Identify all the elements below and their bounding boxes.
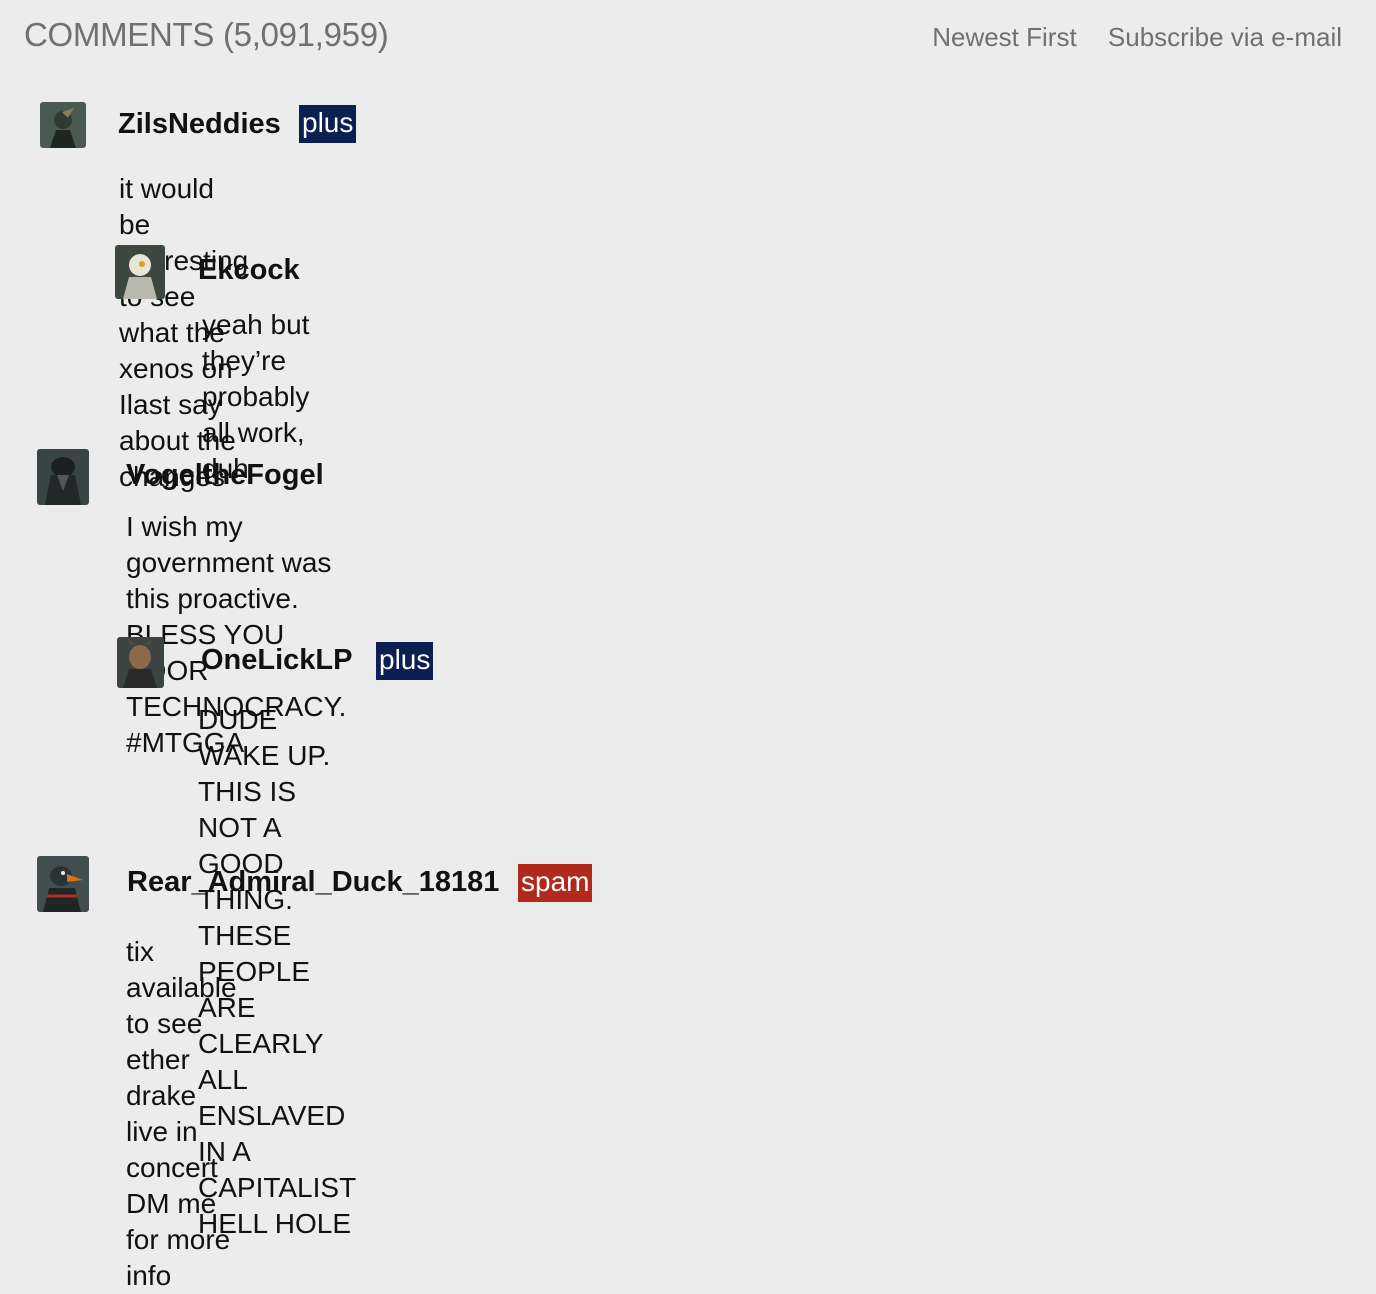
user-avatar-icon: [37, 449, 89, 505]
comments-count-title: COMMENTS (5,091,959): [24, 16, 389, 53]
comment-username[interactable]: OneLickLP: [201, 644, 353, 677]
avatar[interactable]: [37, 449, 89, 505]
comment-username[interactable]: VogeltheFogel: [126, 459, 324, 492]
sort-newest-first-link[interactable]: Newest First: [932, 22, 1076, 52]
plus-badge: plus: [299, 105, 357, 143]
comment-text: tix available to see ether drake live in…: [126, 936, 237, 1291]
avatar[interactable]: [115, 245, 165, 299]
subscribe-email-link[interactable]: Subscribe via e-mail: [1108, 22, 1342, 52]
avatar[interactable]: [37, 856, 89, 912]
comment-username[interactable]: ZilsNeddies: [118, 108, 281, 141]
avatar[interactable]: [117, 637, 164, 688]
spam-badge: spam: [518, 864, 593, 902]
comment-username[interactable]: Rear_Admiral_Duck_18181: [127, 866, 499, 899]
avatar[interactable]: [40, 102, 86, 148]
user-avatar-icon: [37, 856, 89, 912]
plus-badge: plus: [376, 642, 434, 680]
comment-username[interactable]: Ekcock: [198, 254, 300, 287]
user-avatar-icon: [40, 102, 86, 148]
user-avatar-icon: [117, 637, 164, 688]
user-avatar-icon: [115, 245, 165, 299]
header-links: Newest First Subscribe via e-mail: [908, 22, 1342, 53]
